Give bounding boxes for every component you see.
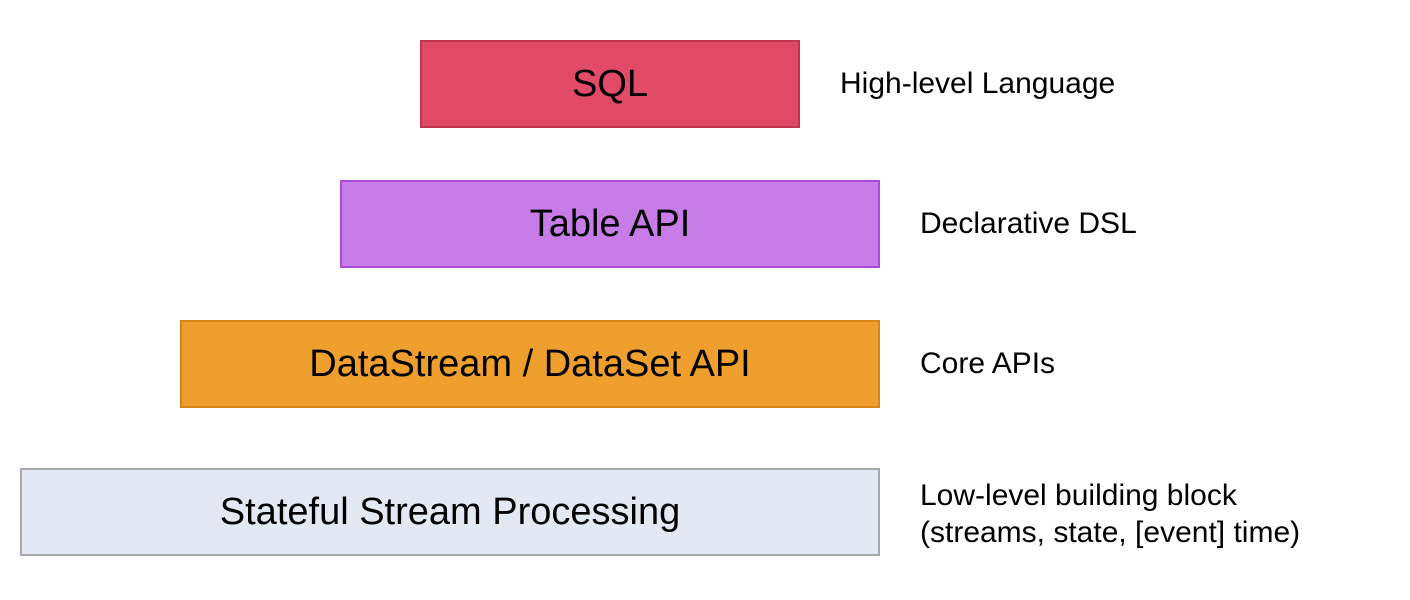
layer-stateful-description-line2: (streams, state, [event] time) [920, 516, 1300, 549]
layer-datastream-description: Core APIs [920, 345, 1410, 383]
layer-datastream-title: DataStream / DataSet API [309, 343, 750, 386]
layer-table-row: Table API Declarative DSL [0, 180, 1410, 268]
layer-datastream-box: DataStream / DataSet API [180, 320, 880, 408]
layer-table-title: Table API [530, 203, 691, 246]
layer-stateful-description: Low-level building block (streams, state… [920, 477, 1410, 552]
layer-table-box: Table API [340, 180, 880, 268]
layer-stateful-description-line1: Low-level building block [920, 479, 1237, 512]
layer-sql-box: SQL [420, 40, 800, 128]
layer-stateful-title: Stateful Stream Processing [220, 491, 680, 534]
api-layers-diagram: SQL High-level Language Table API Declar… [0, 0, 1410, 600]
layer-table-description: Declarative DSL [920, 205, 1410, 243]
layer-sql-description: High-level Language [840, 65, 1410, 103]
layer-stateful-row: Stateful Stream Processing Low-level bui… [0, 468, 1410, 556]
layer-datastream-row: DataStream / DataSet API Core APIs [0, 320, 1410, 408]
layer-sql-title: SQL [572, 63, 648, 106]
layer-stateful-box: Stateful Stream Processing [20, 468, 880, 556]
layer-sql-row: SQL High-level Language [0, 40, 1410, 128]
